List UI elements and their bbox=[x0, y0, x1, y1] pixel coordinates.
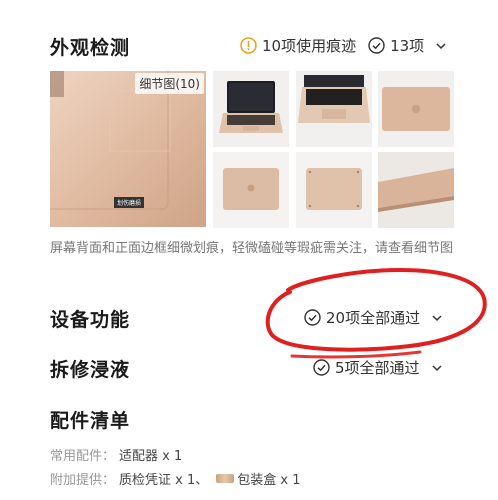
warning-icon bbox=[240, 37, 257, 54]
thumbnail-open-laptop-2[interactable] bbox=[296, 71, 372, 147]
thumbnail-closed-lid[interactable] bbox=[378, 71, 454, 147]
common-accessories-label: 常用配件： bbox=[50, 449, 116, 464]
certificate-item: 质检凭证 x 1、 bbox=[119, 473, 209, 488]
detail-count-badge: 细节图(10) bbox=[135, 73, 204, 94]
function-summary[interactable]: 20项全部通过 bbox=[304, 307, 444, 328]
common-accessories: 常用配件： 适配器 x 1 bbox=[50, 445, 182, 464]
photo-caption: 划伤磨损 bbox=[114, 197, 145, 208]
chevron-down-icon bbox=[434, 39, 448, 53]
detail-photo-main[interactable]: 细节图(10) 划伤磨损 bbox=[50, 71, 206, 227]
repair-summary-text: 5项全部通过 bbox=[335, 359, 420, 377]
thumbnail-side-view[interactable] bbox=[378, 152, 454, 228]
package-box-icon bbox=[216, 474, 235, 483]
repair-summary[interactable]: 5项全部通过 bbox=[313, 357, 444, 378]
check-circle-icon bbox=[304, 309, 321, 326]
adapter-item: 适配器 x 1 bbox=[119, 449, 183, 464]
thumbnail-lid-top[interactable] bbox=[213, 152, 289, 228]
accessories-title: 配件清单 bbox=[50, 410, 131, 432]
function-title: 设备功能 bbox=[50, 309, 131, 331]
function-summary-text: 20项全部通过 bbox=[326, 309, 421, 327]
appearance-summary[interactable]: 10项使用痕迹 13项 bbox=[240, 35, 448, 56]
chevron-down-icon bbox=[430, 361, 444, 375]
box-item: 包装盒 x 1 bbox=[237, 473, 301, 488]
thumbnail-open-laptop-1[interactable] bbox=[213, 71, 289, 147]
chevron-down-icon bbox=[430, 311, 444, 325]
wear-summary: 10项使用痕迹 bbox=[262, 37, 357, 55]
pass-summary: 13项 bbox=[390, 37, 425, 55]
extra-accessories: 附加提供： 质检凭证 x 1、 包装盒 x 1 bbox=[50, 469, 300, 488]
extra-accessories-label: 附加提供： bbox=[50, 473, 116, 488]
appearance-description: 屏幕背面和正面边框细微划痕，轻微磕碰等瑕疵需关注，请查看细节图 bbox=[50, 241, 454, 256]
repair-title: 拆修浸液 bbox=[50, 359, 131, 381]
thumbnail-bottom-case[interactable] bbox=[296, 152, 372, 228]
check-circle-icon bbox=[313, 359, 330, 376]
check-circle-icon bbox=[368, 37, 385, 54]
appearance-title: 外观检测 bbox=[50, 37, 131, 59]
